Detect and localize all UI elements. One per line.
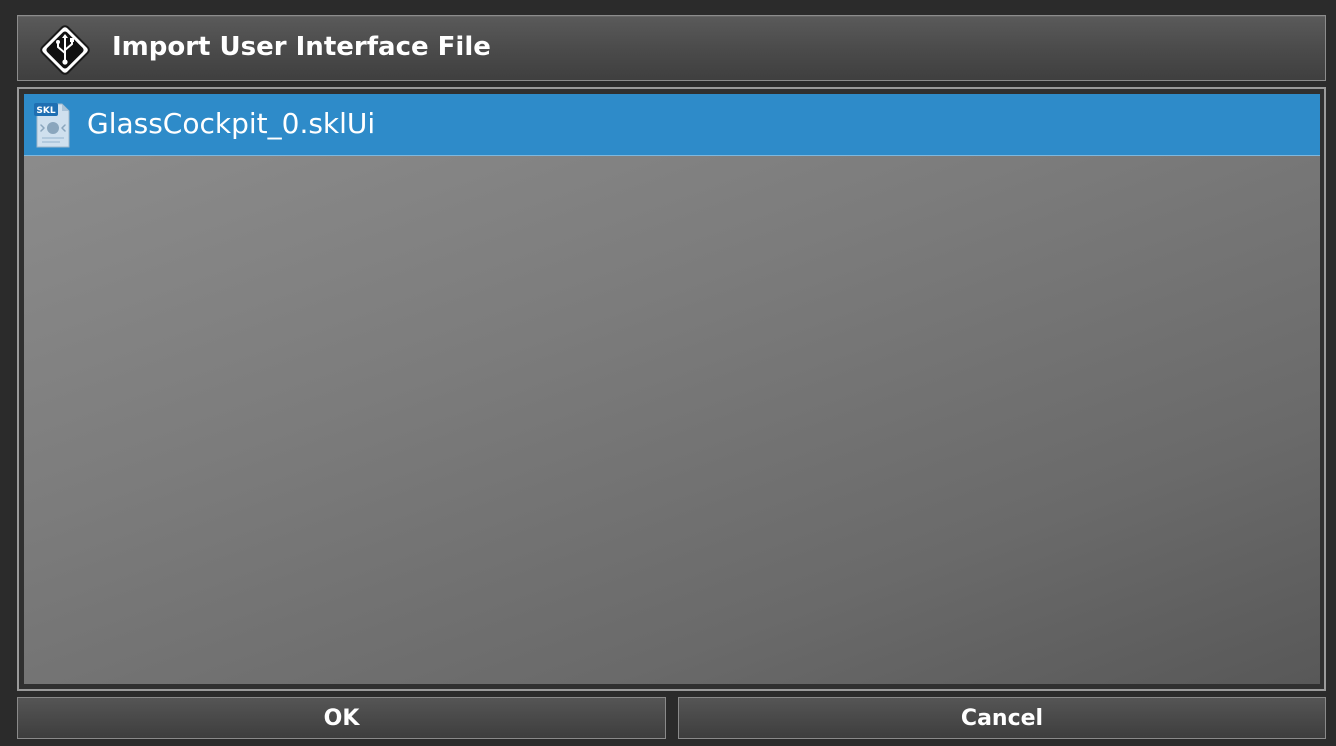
cancel-button[interactable]: Cancel <box>678 697 1326 739</box>
usb-icon <box>40 25 90 75</box>
file-list[interactable]: SKL GlassCockpit_0.sklUi <box>24 94 1320 684</box>
import-dialog: Import User Interface File SKL GlassCock… <box>0 0 1336 746</box>
file-list-item[interactable]: SKL GlassCockpit_0.sklUi <box>24 94 1320 156</box>
file-name: GlassCockpit_0.sklUi <box>87 107 376 140</box>
svg-text:SKL: SKL <box>36 106 55 116</box>
skl-file-icon: SKL <box>34 103 70 148</box>
dialog-title: Import User Interface File <box>112 32 491 62</box>
ok-button[interactable]: OK <box>17 697 666 739</box>
